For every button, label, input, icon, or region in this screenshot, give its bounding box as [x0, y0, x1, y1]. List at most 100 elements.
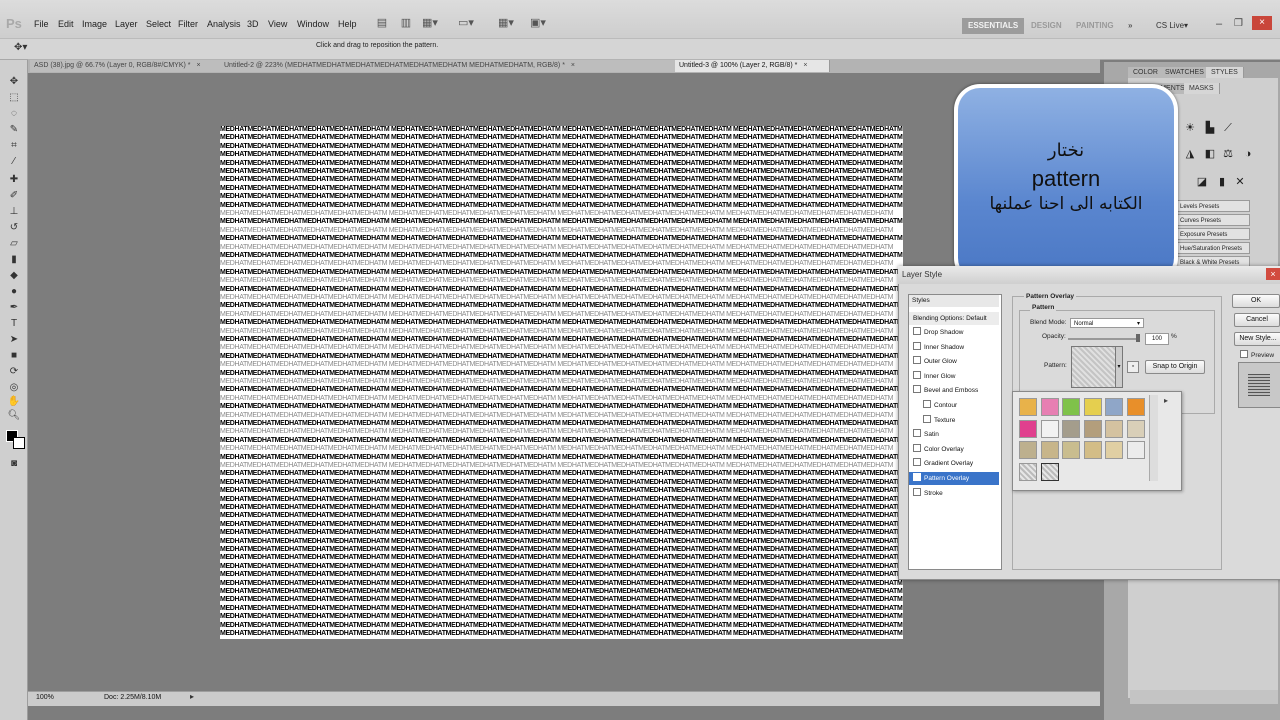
- invert-icon[interactable]: ◪: [1196, 176, 1208, 188]
- quick-select-icon[interactable]: ✎: [7, 124, 21, 136]
- pattern-swatch-option[interactable]: [1040, 462, 1059, 481]
- pattern-swatch[interactable]: [1071, 346, 1117, 388]
- gradient-icon[interactable]: ▮: [7, 254, 21, 266]
- marquee-icon[interactable]: ⬚: [7, 92, 21, 104]
- move-icon[interactable]: ✥: [7, 76, 21, 88]
- picker-menu-icon[interactable]: ▸: [1164, 396, 1168, 405]
- pattern-dropdown-icon[interactable]: ▾: [1115, 346, 1123, 388]
- workspace-more[interactable]: »: [1122, 18, 1138, 34]
- new-style-button[interactable]: New Style...: [1234, 332, 1280, 346]
- dodge-icon[interactable]: ●: [7, 286, 21, 298]
- menu-image[interactable]: Image: [82, 19, 107, 29]
- arrange-icon[interactable]: ▦▾: [496, 16, 516, 32]
- tab-asd[interactable]: ASD (38).jpg @ 66.7% (Layer 0, RGB/8#/CM…: [30, 60, 223, 72]
- pattern-swatch-option[interactable]: [1019, 462, 1037, 481]
- menu-edit[interactable]: Edit: [58, 19, 74, 29]
- menu-help[interactable]: Help: [338, 19, 357, 29]
- threshold-icon[interactable]: ▮: [1216, 176, 1228, 188]
- picker-scrollbar[interactable]: [1149, 395, 1158, 481]
- opacity-slider-thumb[interactable]: [1136, 334, 1140, 342]
- opacity-input[interactable]: 100: [1145, 333, 1169, 345]
- cancel-button[interactable]: Cancel: [1234, 313, 1280, 327]
- menu-view[interactable]: View: [268, 19, 287, 29]
- panel-tab-masks[interactable]: MASKS: [1184, 83, 1220, 94]
- tab-close-icon[interactable]: ×: [197, 60, 201, 72]
- pattern-swatch-option[interactable]: [1019, 441, 1037, 459]
- pattern-swatch-option[interactable]: [1105, 441, 1123, 459]
- menu-select[interactable]: Select: [146, 19, 171, 29]
- preset-curves[interactable]: Curves Presets: [1176, 214, 1250, 226]
- black-white-icon[interactable]: ◑: [1242, 148, 1254, 160]
- status-arrow-icon[interactable]: ▸: [190, 692, 194, 701]
- pattern-swatch-option[interactable]: [1062, 398, 1080, 416]
- tab-close-icon[interactable]: ×: [803, 60, 807, 72]
- clone-stamp-icon[interactable]: ⊥: [7, 206, 21, 218]
- tab-close-icon[interactable]: ×: [571, 60, 575, 72]
- pattern-swatch-option[interactable]: [1126, 441, 1145, 459]
- pattern-swatch-option[interactable]: [1040, 398, 1059, 416]
- style-item-stroke[interactable]: Stroke: [909, 487, 999, 500]
- style-item-bevel-and-emboss[interactable]: Bevel and Emboss: [909, 384, 999, 397]
- restore-icon[interactable]: ❐: [1234, 18, 1243, 29]
- pattern-swatch-option[interactable]: [1105, 398, 1123, 416]
- pattern-swatch-option[interactable]: [1040, 419, 1059, 438]
- zoom-level-icon[interactable]: ▭▾: [456, 16, 476, 32]
- eyedropper-icon[interactable]: ⁄: [7, 156, 21, 168]
- pattern-swatch-option[interactable]: [1126, 419, 1145, 438]
- hue-saturation-icon[interactable]: ◧: [1204, 148, 1216, 160]
- selective-color-icon[interactable]: ✕: [1234, 176, 1246, 188]
- menu-analysis[interactable]: Analysis: [207, 19, 241, 29]
- extras-icon[interactable]: ▦▾: [420, 16, 440, 32]
- pattern-swatch-option[interactable]: [1126, 398, 1145, 416]
- pattern-swatch-option[interactable]: [1019, 398, 1037, 416]
- style-item-inner-shadow[interactable]: Inner Shadow: [909, 341, 999, 354]
- pattern-swatch-option[interactable]: [1019, 419, 1037, 438]
- preset-exposure[interactable]: Exposure Presets: [1176, 228, 1250, 240]
- menu-3d[interactable]: 3D: [247, 19, 259, 29]
- blur-icon[interactable]: ◆: [7, 270, 21, 282]
- hand-icon[interactable]: ✋: [7, 396, 21, 408]
- history-brush-icon[interactable]: ↺: [7, 222, 21, 234]
- minimize-icon[interactable]: –: [1216, 18, 1222, 30]
- dialog-close-icon[interactable]: ×: [1266, 268, 1280, 280]
- menu-layer[interactable]: Layer: [115, 19, 138, 29]
- brush-icon[interactable]: ✐: [7, 190, 21, 202]
- new-preset-icon[interactable]: ▫: [1127, 361, 1139, 373]
- bridge-icon[interactable]: ▤: [372, 16, 392, 32]
- dialog-titlebar[interactable]: [898, 266, 1280, 284]
- document-canvas[interactable]: MEDHATMEDHATMEDHATMEDHATMEDHATMEDHATM ME…: [220, 126, 903, 639]
- preset-hue-saturation[interactable]: Hue/Saturation Presets: [1176, 242, 1250, 254]
- preset-levels[interactable]: Levels Presets: [1176, 200, 1250, 212]
- quick-mask-icon[interactable]: ◙: [7, 458, 21, 470]
- screen-mode-icon[interactable]: ▣▾: [528, 16, 548, 32]
- tab-untitled-3[interactable]: Untitled-3 @ 100% (Layer 2, RGB/8) * ×: [675, 60, 830, 72]
- move-tool-icon[interactable]: ✥▾: [14, 42, 27, 53]
- pattern-swatch-option[interactable]: [1083, 419, 1102, 438]
- type-icon[interactable]: T: [7, 318, 21, 330]
- panel-tab-color[interactable]: COLOR: [1128, 67, 1164, 78]
- menu-file[interactable]: File: [34, 19, 49, 29]
- workspace-design[interactable]: DESIGN: [1025, 18, 1068, 34]
- styles-header[interactable]: Styles: [909, 295, 999, 307]
- pattern-swatch-option[interactable]: [1083, 398, 1102, 416]
- cs-live-button[interactable]: CS Live▾: [1150, 18, 1194, 34]
- close-icon[interactable]: ×: [1252, 16, 1272, 30]
- crop-icon[interactable]: ⌗: [7, 140, 21, 152]
- pattern-swatch-option[interactable]: [1062, 441, 1080, 459]
- style-item-texture[interactable]: Texture: [909, 414, 999, 427]
- style-item-contour[interactable]: Contour: [909, 399, 999, 412]
- opacity-slider[interactable]: [1068, 338, 1140, 340]
- vibrance-icon[interactable]: ◮: [1184, 148, 1196, 160]
- style-item-outer-glow[interactable]: Outer Glow: [909, 355, 999, 368]
- style-item-inner-glow[interactable]: Inner Glow: [909, 370, 999, 383]
- pattern-swatch-option[interactable]: [1083, 441, 1102, 459]
- style-item-drop-shadow[interactable]: Drop Shadow: [909, 326, 999, 339]
- snap-to-origin-button[interactable]: Snap to Origin: [1145, 360, 1205, 374]
- style-item-pattern-overlay[interactable]: Pattern Overlay: [909, 472, 999, 485]
- eraser-icon[interactable]: ▱: [7, 238, 21, 250]
- color-balance-icon[interactable]: ⚖: [1222, 148, 1234, 160]
- shape-icon[interactable]: ■: [7, 350, 21, 362]
- levels-icon[interactable]: ▙: [1204, 122, 1216, 134]
- zoom-level[interactable]: 100%: [36, 694, 54, 701]
- healing-brush-icon[interactable]: ✚: [7, 174, 21, 186]
